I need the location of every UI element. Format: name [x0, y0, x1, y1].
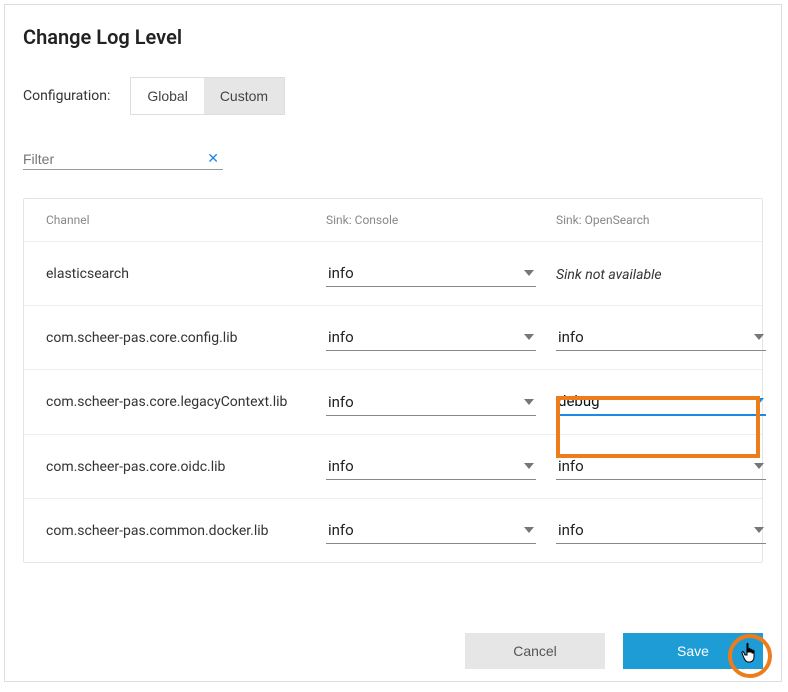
- select-value: info: [328, 264, 354, 282]
- dialog-actions: Cancel Save: [465, 633, 763, 669]
- console-level-select[interactable]: info: [326, 453, 536, 480]
- chevron-down-icon: [524, 463, 534, 469]
- select-value: info: [328, 457, 354, 475]
- sink-not-available: Sink not available: [556, 267, 662, 283]
- opensearch-level-select[interactable]: debug: [556, 388, 766, 416]
- chevron-down-icon: [754, 334, 764, 340]
- chevron-down-icon: [754, 463, 764, 469]
- table-row: elasticsearch info Sink not available: [24, 241, 762, 305]
- header-sink-console: Sink: Console: [326, 213, 556, 227]
- chevron-down-icon: [754, 527, 764, 533]
- chevron-down-icon: [524, 270, 534, 276]
- channel-name: com.scheer-pas.core.legacyContext.lib: [46, 394, 326, 410]
- select-value: debug: [558, 392, 600, 410]
- channel-name: com.scheer-pas.core.oidc.lib: [46, 459, 326, 475]
- chevron-down-icon: [524, 399, 534, 405]
- opensearch-level-select[interactable]: info: [556, 517, 766, 544]
- table-row: com.scheer-pas.core.legacyContext.lib in…: [24, 369, 762, 434]
- opensearch-level-select[interactable]: info: [556, 324, 766, 351]
- configuration-row: Configuration: Global Custom: [23, 77, 763, 115]
- table-row: com.scheer-pas.core.oidc.lib info info: [24, 434, 762, 498]
- table-row: com.scheer-pas.common.docker.lib info in…: [24, 498, 762, 562]
- clear-icon[interactable]: ✕: [203, 151, 223, 167]
- channel-name: com.scheer-pas.common.docker.lib: [46, 523, 326, 539]
- toggle-custom[interactable]: Custom: [204, 78, 284, 114]
- select-value: info: [328, 521, 354, 539]
- dialog-title: Change Log Level: [23, 25, 763, 49]
- chevron-down-icon: [524, 334, 534, 340]
- table-header: Channel Sink: Console Sink: OpenSearch: [24, 199, 762, 241]
- console-level-select[interactable]: info: [326, 260, 536, 287]
- header-sink-opensearch: Sink: OpenSearch: [556, 213, 786, 227]
- chevron-down-icon: [524, 527, 534, 533]
- console-level-select[interactable]: info: [326, 324, 536, 351]
- opensearch-level-select[interactable]: info: [556, 453, 766, 480]
- console-level-select[interactable]: info: [326, 389, 536, 416]
- select-value: info: [328, 393, 354, 411]
- header-channel: Channel: [46, 213, 326, 227]
- save-button[interactable]: Save: [623, 633, 763, 669]
- change-log-level-dialog: Change Log Level Configuration: Global C…: [4, 4, 782, 682]
- channel-name: com.scheer-pas.core.config.lib: [46, 330, 326, 346]
- configuration-label: Configuration:: [23, 88, 110, 104]
- filter-input[interactable]: [23, 151, 203, 167]
- channel-name: elasticsearch: [46, 266, 326, 282]
- toggle-global[interactable]: Global: [131, 78, 203, 114]
- table-row: com.scheer-pas.core.config.lib info info: [24, 305, 762, 369]
- select-value: info: [558, 521, 584, 539]
- filter-field[interactable]: ✕: [23, 151, 223, 170]
- log-level-table: Channel Sink: Console Sink: OpenSearch e…: [23, 198, 763, 563]
- select-value: info: [558, 457, 584, 475]
- select-value: info: [558, 328, 584, 346]
- chevron-down-icon: [754, 398, 764, 404]
- configuration-toggle: Global Custom: [130, 77, 285, 115]
- select-value: info: [328, 328, 354, 346]
- cancel-button[interactable]: Cancel: [465, 633, 605, 669]
- console-level-select[interactable]: info: [326, 517, 536, 544]
